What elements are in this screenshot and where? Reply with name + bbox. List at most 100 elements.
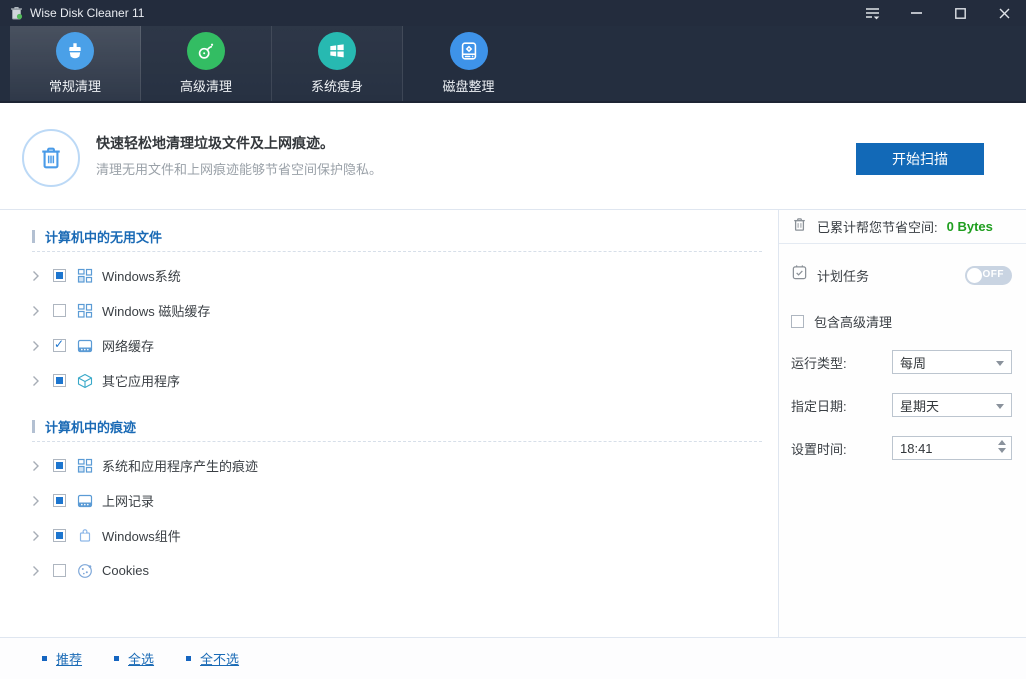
- checkbox[interactable]: [53, 529, 66, 542]
- trash-circle-icon: [22, 129, 80, 187]
- tree-item-label: Windows 磁贴缓存: [102, 301, 210, 320]
- main-tab-bar: 常规清理 高级清理 系统瘦身 磁盘整理: [0, 26, 1026, 103]
- tree-item[interactable]: 网络缓存: [32, 328, 762, 363]
- bullet-square-icon: [114, 656, 119, 661]
- main-menu-button[interactable]: [850, 0, 894, 26]
- day-select[interactable]: 星期天: [892, 393, 1012, 417]
- trash-icon: [791, 216, 808, 238]
- checkbox[interactable]: [53, 304, 66, 317]
- checkbox[interactable]: [53, 374, 66, 387]
- close-button[interactable]: [982, 0, 1026, 26]
- tab-system-slimming[interactable]: 系统瘦身: [272, 26, 403, 101]
- tab-advanced-cleaner[interactable]: 高级清理: [141, 26, 272, 101]
- tab-common-cleaner[interactable]: 常规清理: [10, 26, 141, 101]
- windows-logo-icon: [318, 32, 356, 70]
- window-title: Wise Disk Cleaner 11: [30, 6, 144, 20]
- tree-item-label: Windows组件: [102, 526, 181, 545]
- tab-disk-defrag[interactable]: 磁盘整理: [403, 26, 534, 101]
- clipboard-check-icon: [791, 264, 808, 286]
- titlebar: Wise Disk Cleaner 11: [0, 0, 1026, 26]
- include-advanced-label: 包含高级清理: [814, 312, 892, 331]
- maximize-button[interactable]: [938, 0, 982, 26]
- chevron-right-icon[interactable]: [32, 530, 41, 542]
- tab-label: 系统瘦身: [311, 76, 363, 95]
- link-label: 全选: [128, 649, 154, 668]
- tree-item-label: 系统和应用程序产生的痕迹: [102, 456, 258, 475]
- browser-window-icon: [76, 492, 93, 509]
- windows-tiles-icon: [76, 302, 93, 319]
- run-type-select[interactable]: 每周: [892, 350, 1012, 374]
- time-spinner: [998, 440, 1006, 453]
- tree-item[interactable]: 其它应用程序: [32, 363, 762, 398]
- brush-icon: [56, 32, 94, 70]
- link-label: 推荐: [56, 649, 82, 668]
- time-row: 设置时间: 18:41: [791, 436, 1012, 460]
- tree-item[interactable]: Cookies: [32, 553, 762, 588]
- include-advanced-row[interactable]: 包含高级清理: [791, 312, 1012, 331]
- chevron-right-icon[interactable]: [32, 340, 41, 352]
- tab-label: 常规清理: [49, 76, 101, 95]
- vacuum-icon: [187, 32, 225, 70]
- time-input[interactable]: 18:41: [892, 436, 1012, 460]
- time-label: 设置时间:: [791, 439, 847, 458]
- puzzle-icon: [76, 527, 93, 544]
- window-controls: [850, 0, 1026, 26]
- header-band: 快速轻松地清理垃圾文件及上网痕迹。 清理无用文件和上网痕迹能够节省空间保护隐私。…: [0, 103, 1026, 210]
- chevron-down-icon: [996, 361, 1004, 366]
- checkbox[interactable]: [791, 315, 804, 328]
- browser-window-icon: [76, 337, 93, 354]
- chevron-right-icon[interactable]: [32, 495, 41, 507]
- chevron-right-icon[interactable]: [32, 270, 41, 282]
- cube-icon: [76, 372, 93, 389]
- chevron-right-icon[interactable]: [32, 565, 41, 577]
- tree-item-label: Cookies: [102, 563, 149, 578]
- section-header-traces: 计算机中的痕迹: [32, 412, 762, 442]
- chevron-right-icon[interactable]: [32, 375, 41, 387]
- settings-sidebar: 已累计帮您节省空间: 0 Bytes 计划任务 OFF 包含高级清理 运行类型:…: [778, 210, 1026, 637]
- bullet-square-icon: [42, 656, 47, 661]
- select-none-link[interactable]: 全不选: [186, 649, 239, 668]
- tree-item-label: 网络缓存: [102, 336, 154, 355]
- cleanup-tree: 计算机中的无用文件 Windows系统 Windows 磁贴缓存 网络缓存 其它…: [0, 210, 778, 637]
- footer-bar: 推荐 全选 全不选: [0, 637, 1026, 679]
- time-value: 18:41: [900, 441, 933, 456]
- cookie-icon: [76, 562, 93, 579]
- select-all-link[interactable]: 全选: [114, 649, 154, 668]
- section-marker: [32, 420, 35, 433]
- start-scan-button[interactable]: 开始扫描: [856, 143, 984, 175]
- schedule-toggle[interactable]: OFF: [965, 266, 1012, 285]
- tree-item[interactable]: Windows 磁贴缓存: [32, 293, 762, 328]
- run-type-row: 运行类型: 每周: [791, 350, 1012, 374]
- day-label: 指定日期:: [791, 396, 847, 415]
- tree-item[interactable]: 上网记录: [32, 483, 762, 518]
- tree-item[interactable]: Windows组件: [32, 518, 762, 553]
- windows-tiles-icon: [76, 457, 93, 474]
- run-type-value: 每周: [900, 353, 926, 372]
- tree-item[interactable]: Windows系统: [32, 258, 762, 293]
- spin-up-icon[interactable]: [998, 440, 1006, 445]
- checkbox[interactable]: [53, 269, 66, 282]
- checkbox[interactable]: [53, 459, 66, 472]
- checkbox[interactable]: [53, 564, 66, 577]
- spin-down-icon[interactable]: [998, 448, 1006, 453]
- bullet-square-icon: [186, 656, 191, 661]
- minimize-button[interactable]: [894, 0, 938, 26]
- tab-label: 高级清理: [180, 76, 232, 95]
- main-area: 计算机中的无用文件 Windows系统 Windows 磁贴缓存 网络缓存 其它…: [0, 210, 1026, 637]
- recommend-link[interactable]: 推荐: [42, 649, 82, 668]
- saved-space-value: 0 Bytes: [947, 219, 993, 234]
- checkbox[interactable]: [53, 339, 66, 352]
- tree-item[interactable]: 系统和应用程序产生的痕迹: [32, 448, 762, 483]
- windows-tiles-icon: [76, 267, 93, 284]
- app-logo-icon: [8, 5, 24, 21]
- section-marker: [32, 230, 35, 243]
- header-title: 快速轻松地清理垃圾文件及上网痕迹。: [96, 133, 334, 153]
- section-title: 计算机中的无用文件: [45, 227, 162, 246]
- chevron-right-icon[interactable]: [32, 460, 41, 472]
- saved-space-label: 已累计帮您节省空间:: [817, 217, 938, 236]
- schedule-label: 计划任务: [817, 266, 869, 285]
- chevron-down-icon: [996, 404, 1004, 409]
- hard-disk-icon: [450, 32, 488, 70]
- chevron-right-icon[interactable]: [32, 305, 41, 317]
- checkbox[interactable]: [53, 494, 66, 507]
